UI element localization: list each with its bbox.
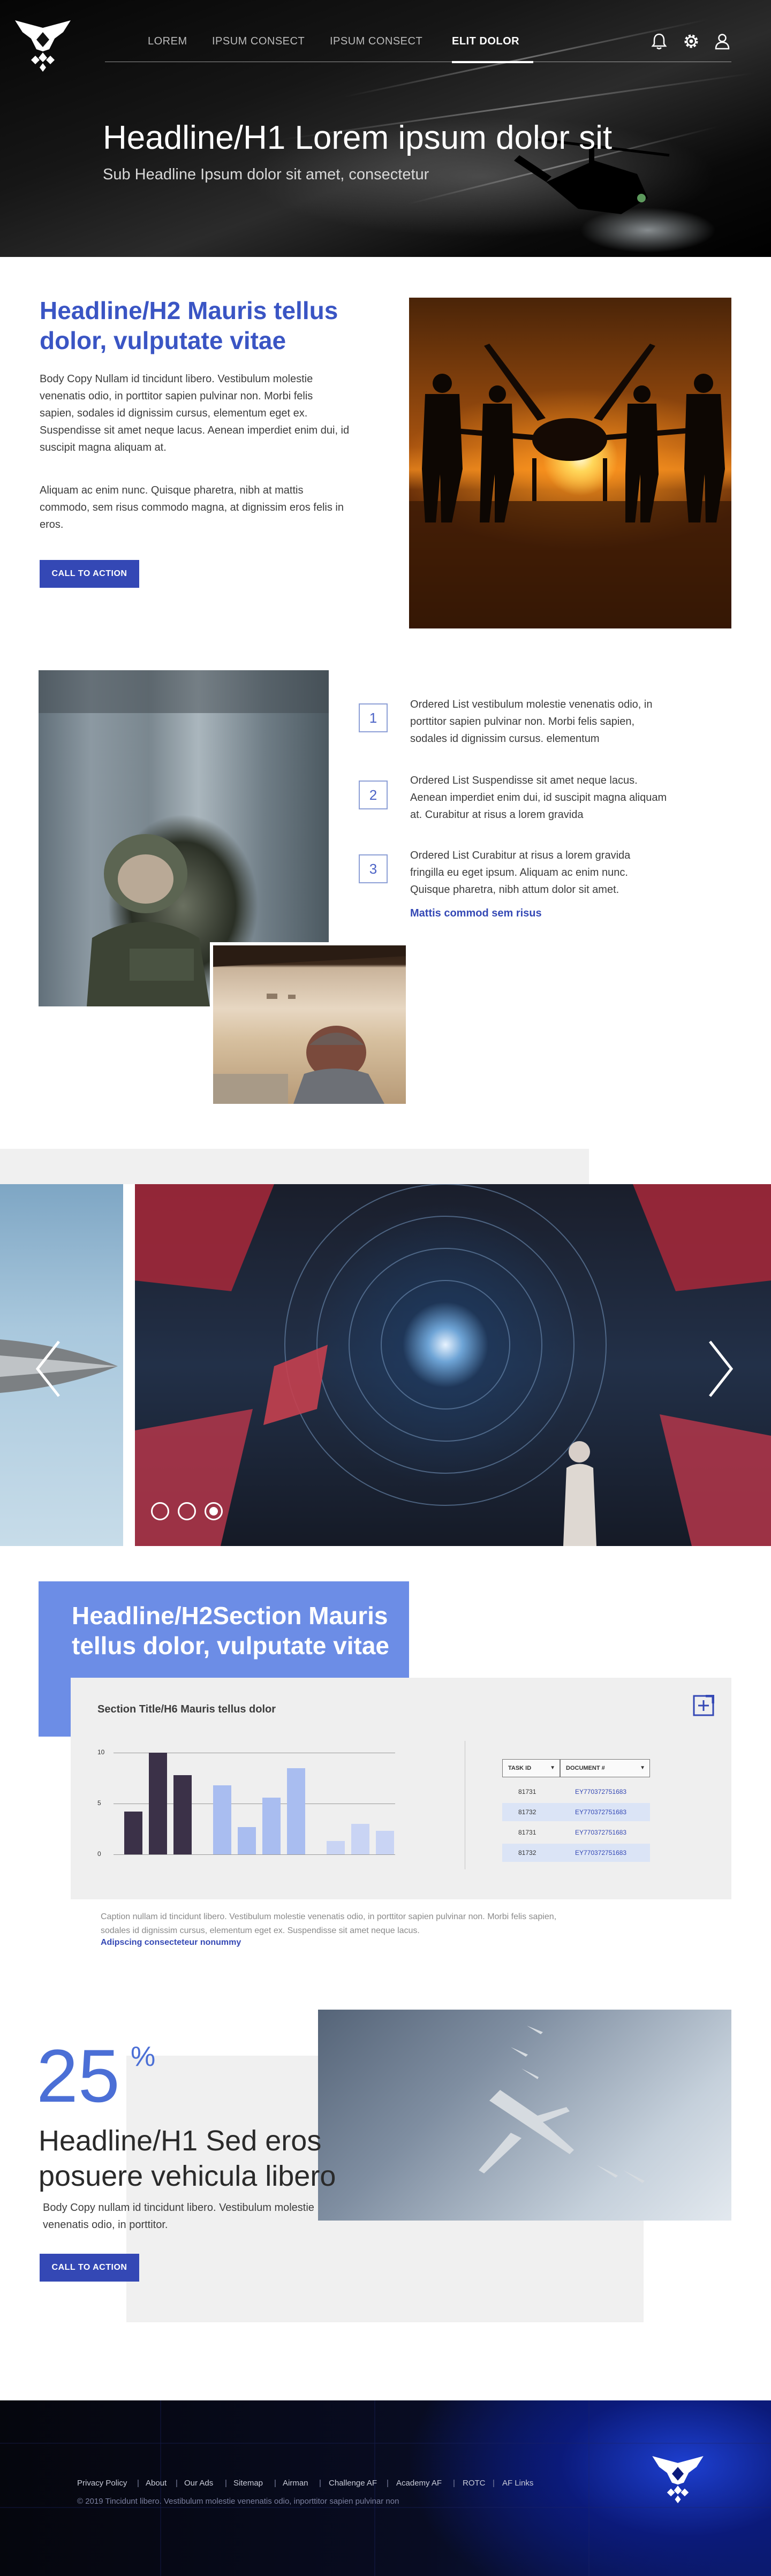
bell-icon[interactable] (650, 32, 668, 50)
table-row[interactable]: 81731 EY770372751683 (502, 1823, 650, 1842)
ordered-list-item-3: Ordered List Curabitur at risus a lorem … (410, 850, 631, 896)
footer-wings-logo-icon[interactable] (652, 2456, 704, 2504)
stat-number: 25 (36, 2034, 120, 2118)
user-icon[interactable] (713, 32, 731, 50)
carousel-dot-3[interactable] (205, 1502, 223, 1520)
footer-link-our-ads[interactable]: Our Ads (184, 2479, 213, 2488)
chart-bar[interactable] (262, 1797, 281, 1854)
chart-caption: Caption nullam id tincidunt libero. Vest… (101, 1912, 557, 1935)
nav-item-lorem[interactable]: LOREM (148, 35, 187, 48)
chevron-down-icon: ▼ (550, 1765, 555, 1771)
chart-card: Section Title/H6 Mauris tellus dolor 051… (71, 1678, 731, 1899)
ordered-list-item-1: Ordered List vestibulum molestie venenat… (410, 699, 653, 745)
gear-icon[interactable] (682, 32, 700, 50)
stat-unit: % (131, 2041, 156, 2072)
carousel-dot-1[interactable] (151, 1502, 169, 1520)
chart-bar[interactable] (376, 1831, 394, 1854)
table-row[interactable]: 81732 EY770372751683 (502, 1803, 650, 1821)
chart-gridline (114, 1854, 395, 1855)
chart-bar[interactable] (238, 1827, 256, 1854)
carousel-prev-arrow-icon[interactable] (34, 1339, 62, 1398)
chart-bar[interactable] (327, 1841, 345, 1854)
footer-link-rotc[interactable]: ROTC (463, 2479, 486, 2488)
chart-y-tick-label: 5 (97, 1799, 101, 1807)
wings-logo-icon (15, 20, 71, 72)
expand-icon[interactable] (693, 1695, 714, 1716)
chart-section-title: Headline/H2Section Mauris tellus dolor, … (72, 1602, 390, 1660)
footer-copyright: © 2019 Tincidunt libero. Vestibulum mole… (77, 2497, 399, 2506)
footer-link-airman[interactable]: Airman (283, 2479, 308, 2488)
bar-chart: 0 5 10 (71, 1678, 445, 1899)
hero-banner: LOREM IPSUM CONSECT IPSUM CONSECT ELIT D… (0, 0, 771, 257)
table-header-task-id[interactable]: TASK ID ▼ (502, 1759, 560, 1777)
stat-cta-button[interactable]: CALL TO ACTION (40, 2254, 139, 2282)
chart-y-tick-label: 10 (97, 1748, 105, 1756)
ordered-list-item-2: Ordered List Suspendisse sit amet neque … (410, 775, 667, 821)
chart-y-tick-label: 0 (97, 1850, 101, 1858)
main-nav: LOREM IPSUM CONSECT IPSUM CONSECT ELIT D… (105, 32, 731, 63)
table-row[interactable]: 81731 EY770372751683 (502, 1783, 650, 1801)
footer-link-challenge-af[interactable]: Challenge AF (329, 2479, 377, 2488)
stat-title: Headline/H1 Sed eros posuere vehicula li… (39, 2125, 336, 2192)
table-row[interactable]: 81732 EY770372751683 (502, 1844, 650, 1862)
footer (0, 2400, 771, 2576)
chart-bar[interactable] (173, 1775, 192, 1854)
intro-cta-button[interactable]: CALL TO ACTION (40, 560, 139, 588)
chart-bar[interactable] (149, 1753, 167, 1854)
carousel-dot-2[interactable] (178, 1502, 196, 1520)
nav-item-ipsum-consect-2[interactable]: IPSUM CONSECT (330, 35, 422, 48)
ordered-list-number-3: 3 (359, 854, 388, 883)
carousel-background (0, 1149, 589, 1184)
nav-item-ipsum-consect-1[interactable]: IPSUM CONSECT (212, 35, 305, 48)
drone-sunset-photo (409, 298, 731, 628)
chevron-down-icon: ▼ (640, 1765, 645, 1771)
footer-link-privacy[interactable]: Privacy Policy (77, 2479, 127, 2488)
carousel-next-arrow-icon[interactable] (707, 1339, 735, 1398)
footer-link-af-links[interactable]: AF Links (502, 2479, 533, 2488)
hero-title: Headline/H1 Lorem ipsum dolor sit (103, 119, 613, 156)
caption-link[interactable]: Adipscing consecteteur nonummy (101, 1938, 241, 1948)
ordered-list-number-2: 2 (359, 781, 388, 809)
stat-body: Body Copy nullam id tincidunt libero. Ve… (43, 2202, 314, 2231)
ordered-list-number-1: 1 (359, 703, 388, 732)
chart-bar[interactable] (287, 1768, 305, 1854)
desert-truck-photo (210, 942, 409, 1107)
hero-subtitle: Sub Headline Ipsum dolor sit amet, conse… (103, 166, 429, 183)
chart-bar[interactable] (351, 1824, 369, 1854)
ordered-list-link[interactable]: Mattis commod sem risus (410, 905, 542, 922)
footer-link-about[interactable]: About (146, 2479, 167, 2488)
intro-paragraph-2: Aliquam ac enim nunc. Quisque pharetra, … (40, 484, 344, 531)
footer-link-sitemap[interactable]: Sitemap (233, 2479, 263, 2488)
footer-link-academy-af[interactable]: Academy AF (396, 2479, 442, 2488)
nav-item-elit-dolor[interactable]: ELIT DOLOR (452, 35, 519, 48)
carousel-prev-slide[interactable] (0, 1184, 123, 1546)
table-header-document[interactable]: DOCUMENT # ▼ (560, 1759, 650, 1777)
intro-title: Headline/H2 Mauris tellus dolor, vulputa… (40, 297, 338, 354)
chart-bar[interactable] (213, 1785, 231, 1854)
air-force-logo[interactable] (15, 20, 71, 73)
carousel-active-slide (135, 1184, 771, 1546)
nav-active-indicator (452, 61, 533, 63)
intro-paragraph-1: Body Copy Nullam id tincidunt libero. Ve… (40, 373, 350, 453)
chart-bar[interactable] (124, 1812, 142, 1854)
